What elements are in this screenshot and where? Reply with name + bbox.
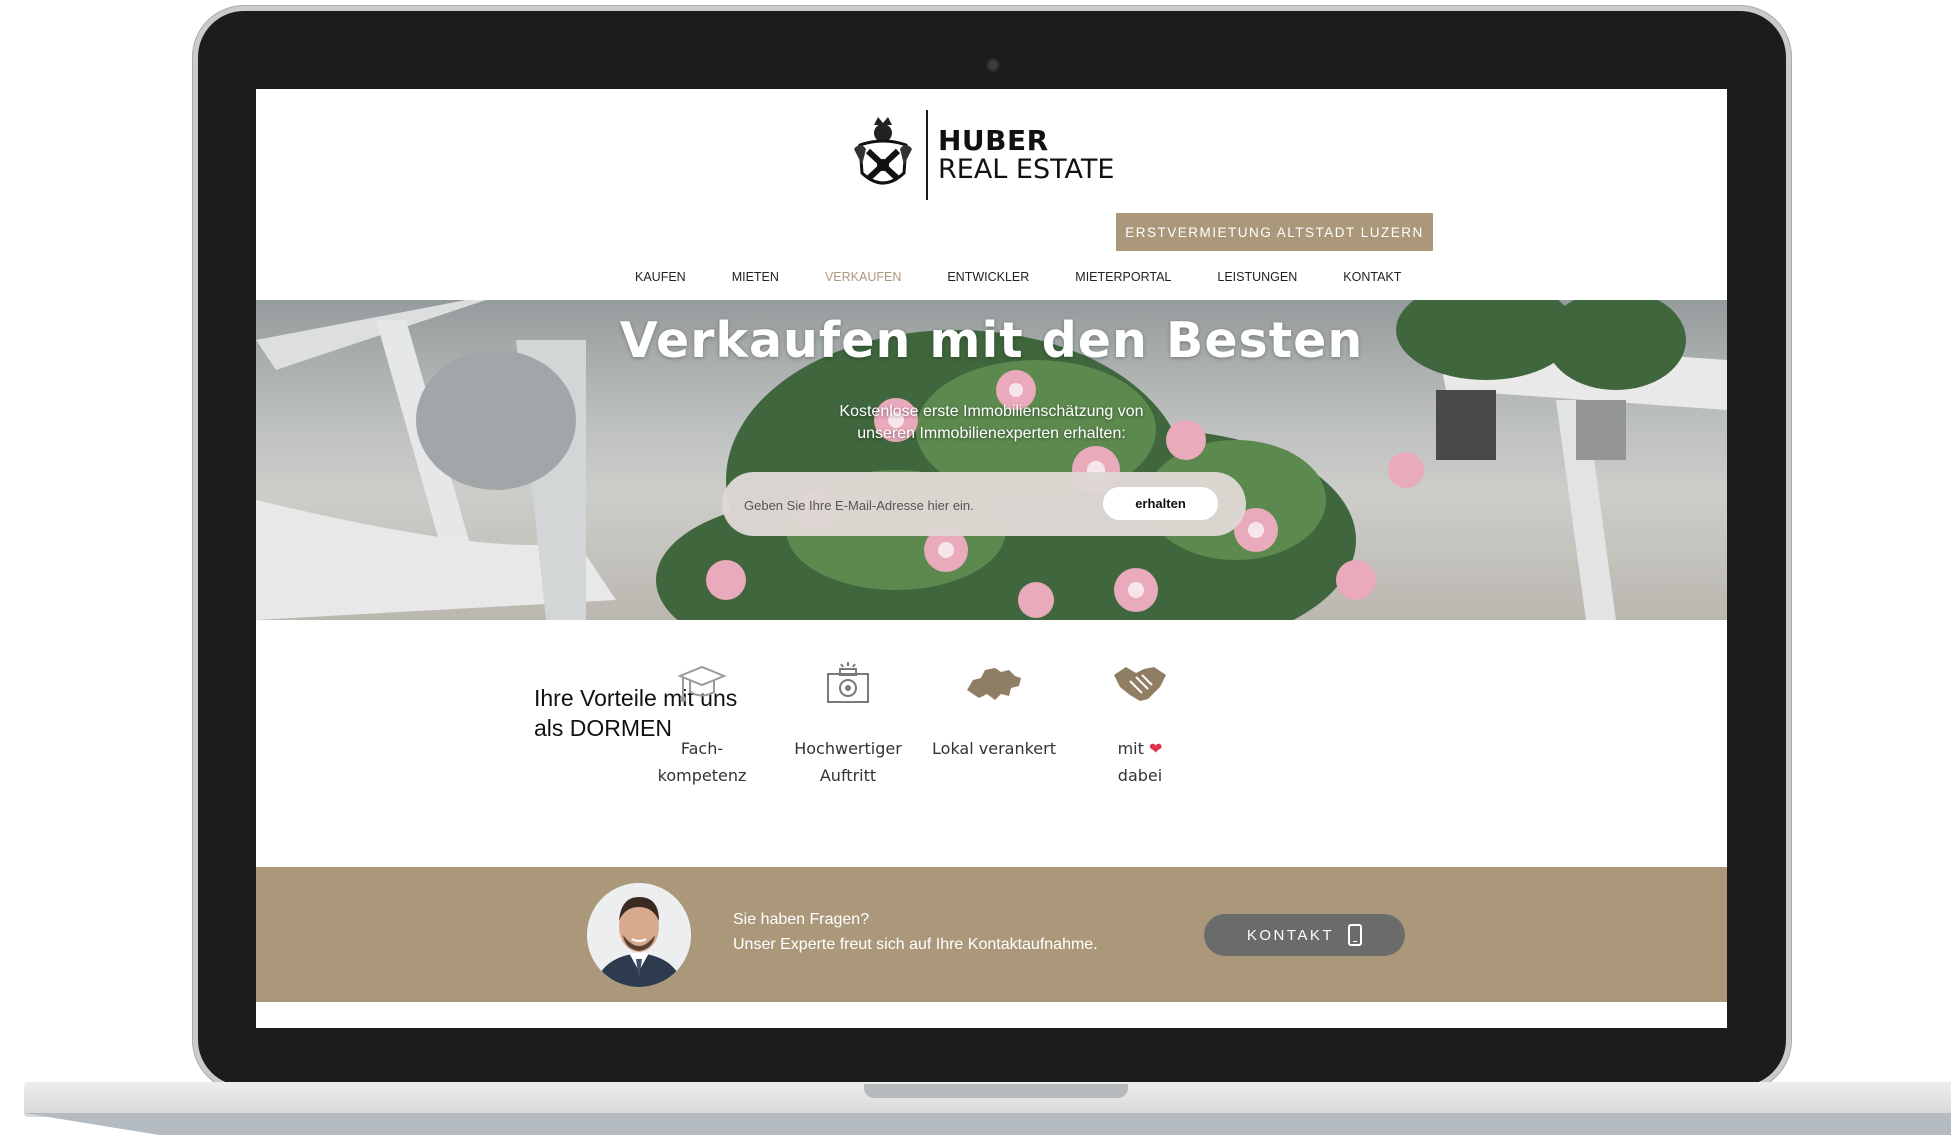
- logo-line1: HUBER: [938, 124, 1049, 158]
- logo-text: HUBER REAL ESTATE: [938, 126, 1114, 184]
- email-signup-form: erhalten: [722, 472, 1246, 536]
- hero-title: Verkaufen mit den Besten: [619, 312, 1364, 369]
- benefit-label: Lokal verankert: [914, 735, 1074, 762]
- nav-item-verkaufen[interactable]: VERKAUFEN: [802, 267, 924, 287]
- contact-text: Sie haben Fragen? Unser Experte freut si…: [733, 907, 1098, 957]
- benefit-label: mit ❤ dabei: [1060, 735, 1220, 789]
- contact-line2: Unser Experte freut sich auf Ihre Kontak…: [733, 936, 1098, 953]
- benefit-label-line2: Auftritt: [819, 766, 877, 785]
- benefit-item: Lokal verankert: [914, 659, 1074, 762]
- camera-icon: [827, 662, 869, 703]
- phone-icon: [1348, 924, 1363, 946]
- benefit-item: mit ❤ dabei: [1060, 659, 1220, 789]
- nav-item-kaufen[interactable]: KAUFEN: [612, 267, 709, 287]
- nav-item-kontakt[interactable]: KONTAKT: [1320, 267, 1424, 287]
- graduation-cap-icon: [678, 665, 726, 702]
- avatar: [587, 883, 691, 987]
- logo-divider: [926, 110, 928, 200]
- hero-subtitle: Kostenlose erste Immobilienschätzung von…: [256, 401, 1727, 445]
- contact-banner: Sie haben Fragen? Unser Experte freut si…: [256, 867, 1727, 1002]
- benefit-label-line1: Lokal verankert: [932, 739, 1056, 758]
- nav-item-mieten[interactable]: MIETEN: [709, 267, 802, 287]
- main-nav: KAUFEN MIETEN VERKAUFEN ENTWICKLER MIETE…: [612, 267, 1424, 287]
- logo-line2: REAL ESTATE: [938, 153, 1115, 185]
- submit-button[interactable]: erhalten: [1103, 487, 1218, 520]
- benefit-item: Hochwertiger Auftritt: [768, 659, 928, 789]
- contact-button[interactable]: KONTAKT: [1204, 914, 1405, 956]
- laptop-foot: [24, 1113, 1951, 1135]
- website-screen: HUBER REAL ESTATE ERSTVERMIETUNG ALTSTAD…: [256, 89, 1727, 1028]
- benefit-label-line1: Hochwertiger: [794, 739, 902, 758]
- benefit-label-line1: mit: [1117, 739, 1144, 758]
- webcam: [988, 60, 998, 70]
- hero-subtitle-line1: Kostenlose erste Immobilienschätzung von: [839, 403, 1144, 420]
- benefit-label-line1: Fach-: [680, 739, 724, 758]
- contact-line1: Sie haben Fragen?: [733, 911, 870, 928]
- email-input[interactable]: [742, 490, 1066, 520]
- benefit-label: Fach- kompetenz: [622, 735, 782, 789]
- benefit-label-line2: dabei: [1117, 766, 1163, 785]
- benefit-item: Fach- kompetenz: [622, 659, 782, 789]
- crest-icon: [854, 117, 912, 185]
- nav-item-leistungen[interactable]: LEISTUNGEN: [1194, 267, 1320, 287]
- switzerland-map-icon: [967, 668, 1021, 700]
- promo-button[interactable]: ERSTVERMIETUNG ALTSTADT LUZERN: [1116, 213, 1433, 251]
- benefit-label: Hochwertiger Auftritt: [768, 735, 928, 789]
- hero-banner: Verkaufen mit den Besten Kostenlose erst…: [256, 300, 1727, 620]
- laptop-notch: [864, 1084, 1128, 1098]
- logo[interactable]: HUBER REAL ESTATE: [852, 107, 1116, 203]
- nav-item-mieterportal[interactable]: MIETERPORTAL: [1052, 267, 1194, 287]
- hero-subtitle-line2: unseren Immobilienexperten erhalten:: [857, 425, 1126, 442]
- expert-photo: [587, 883, 691, 987]
- nav-item-entwickler[interactable]: ENTWICKLER: [924, 267, 1052, 287]
- handshake-icon: [1114, 667, 1166, 701]
- heart-icon: ❤: [1149, 739, 1163, 758]
- contact-button-label: KONTAKT: [1246, 926, 1335, 944]
- benefit-label-line2: kompetenz: [657, 766, 747, 785]
